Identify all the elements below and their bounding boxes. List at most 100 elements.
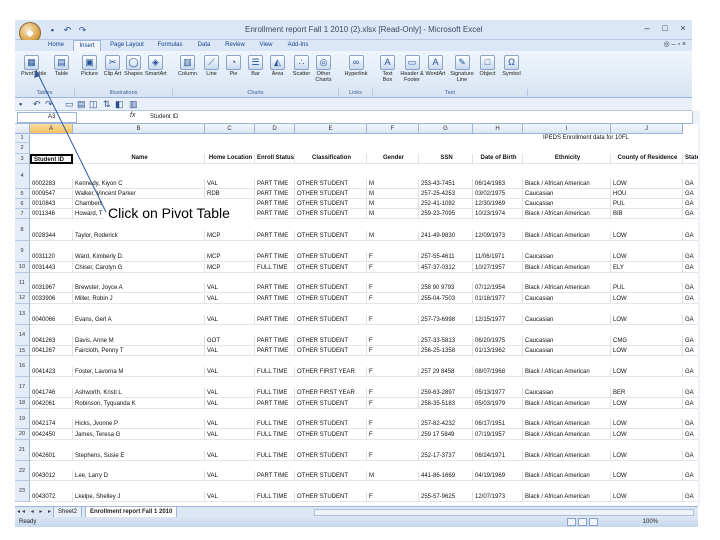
table-cell[interactable]: VAL — [205, 430, 255, 440]
column-chart-button[interactable]: ▥ Column — [177, 55, 198, 77]
table-cell[interactable]: GA — [683, 252, 698, 262]
redo-icon[interactable]: ↷ — [45, 99, 53, 110]
column-header-b[interactable]: B — [73, 124, 205, 134]
table-cell[interactable]: 0042061 — [30, 399, 73, 409]
table-cell[interactable]: VAL — [205, 283, 255, 293]
table-cell[interactable]: GA — [683, 294, 698, 304]
header-cell[interactable]: SSN — [419, 154, 473, 164]
table-cell[interactable]: 0031967 — [30, 283, 73, 293]
table-cell[interactable]: FULL TIME — [255, 451, 295, 461]
row-header[interactable]: 18 — [15, 398, 30, 409]
table-cell[interactable]: OTHER STUDENT — [295, 399, 367, 409]
table-cell[interactable]: BER — [611, 388, 683, 398]
table-cell[interactable]: Caucasian — [523, 336, 611, 346]
row-header[interactable]: 11 — [15, 273, 30, 293]
row-header[interactable]: 3 — [15, 154, 30, 164]
other-charts-button[interactable]: ◎ Other Charts — [313, 55, 334, 83]
table-cell[interactable]: OTHER STUDENT — [295, 346, 367, 356]
table-cell[interactable]: VAL — [205, 399, 255, 409]
table-cell[interactable]: 253-43-7451 — [419, 179, 473, 189]
table-cell[interactable]: Chiser, Carolyn G — [73, 263, 205, 273]
table-cell[interactable]: 0042174 — [30, 419, 73, 429]
table-cell[interactable]: Caucasian — [523, 252, 611, 262]
table-cell[interactable]: PART TIME — [255, 179, 295, 189]
undo-icon[interactable]: ↶ — [33, 99, 41, 110]
table-cell[interactable]: LOW — [611, 471, 683, 481]
tab-data[interactable]: Data — [193, 40, 215, 51]
table-cell[interactable]: LOW — [611, 179, 683, 189]
table-cell[interactable]: F — [367, 263, 419, 273]
table-cell[interactable]: FULL TIME — [255, 492, 295, 502]
table-cell[interactable]: F — [367, 451, 419, 461]
table-cell[interactable]: 258 90 9793 — [419, 283, 473, 293]
tab-formulas[interactable]: Formulas — [153, 40, 187, 51]
table-cell[interactable]: 0031443 — [30, 263, 73, 273]
table-cell[interactable]: Hicks, Jvonne P — [73, 419, 205, 429]
table-cell[interactable]: OTHER FIRST YEAR — [295, 388, 367, 398]
table-cell[interactable]: Black / African American — [523, 471, 611, 481]
table-cell[interactable]: OTHER STUDENT — [295, 209, 367, 219]
horizontal-scrollbar[interactable] — [314, 509, 694, 516]
table-cell[interactable]: PART TIME — [255, 315, 295, 325]
table-cell[interactable]: 10/23/1974 — [473, 209, 523, 219]
table-cell[interactable]: 11/06/1971 — [473, 252, 523, 262]
table-cell[interactable]: LOW — [611, 231, 683, 241]
table-cell[interactable]: Ward, Kimberly D. — [73, 252, 205, 262]
table-cell[interactable]: 252-17-3737 — [419, 451, 473, 461]
select-all-corner[interactable] — [15, 124, 30, 134]
table-cell[interactable]: Faircloth, Penny T — [73, 346, 205, 356]
header-cell[interactable]: State of — [683, 154, 698, 164]
table-cell[interactable]: 12/15/1977 — [473, 315, 523, 325]
row-header[interactable]: 23 — [15, 481, 30, 502]
table-cell[interactable]: 04/19/1969 — [473, 471, 523, 481]
table-cell[interactable]: F — [367, 430, 419, 440]
table-cell[interactable]: 257-25-4253 — [419, 189, 473, 199]
table-cell[interactable]: F — [367, 346, 419, 356]
table-cell[interactable]: Taylor, Roderick — [73, 231, 205, 241]
table-cell[interactable]: Caucasian — [523, 294, 611, 304]
row-header[interactable]: 10 — [15, 262, 30, 273]
table-cell[interactable]: M — [367, 209, 419, 219]
table-cell[interactable]: VAL — [205, 315, 255, 325]
table-cell[interactable]: 05/03/1979 — [473, 399, 523, 409]
table-cell[interactable]: M — [367, 179, 419, 189]
table-cell[interactable]: Caucasian — [523, 388, 611, 398]
row-header[interactable]: 2 — [15, 143, 30, 154]
table-cell[interactable]: LOW — [611, 399, 683, 409]
table-cell[interactable]: 0043012 — [30, 471, 73, 481]
wordart-button[interactable]: A WordArt — [425, 55, 446, 77]
table-cell[interactable]: VAL — [205, 388, 255, 398]
table-cell[interactable]: PART TIME — [255, 283, 295, 293]
table-cell[interactable]: F — [367, 492, 419, 502]
table-cell[interactable]: OTHER STUDENT — [295, 315, 367, 325]
save-icon[interactable]: ▪ — [19, 99, 22, 109]
row-header[interactable]: 20 — [15, 429, 30, 440]
table-cell[interactable]: OTHER STUDENT — [295, 419, 367, 429]
line-chart-button[interactable]: ⟋ Line — [201, 55, 222, 77]
column-header-i[interactable]: I — [523, 124, 611, 134]
table-cell[interactable]: GA — [683, 283, 698, 293]
table-cell[interactable]: OTHER STUDENT — [295, 430, 367, 440]
table-cell[interactable]: LOW — [611, 451, 683, 461]
table-cell[interactable]: Miller, Robin J — [73, 294, 205, 304]
table-cell[interactable]: 07/12/1954 — [473, 283, 523, 293]
table-cell[interactable]: Foster, Lavorna M — [73, 367, 205, 377]
table-cell[interactable]: FULL TIME — [255, 367, 295, 377]
table-cell[interactable]: Black / African American — [523, 430, 611, 440]
table-cell[interactable]: GA — [683, 346, 698, 356]
table-cell[interactable]: Caucasian — [523, 315, 611, 325]
table-cell[interactable]: 0009547 — [30, 189, 73, 199]
table-cell[interactable]: MCP — [205, 252, 255, 262]
column-header-f[interactable]: F — [367, 124, 419, 134]
tab-review[interactable]: Review — [221, 40, 249, 51]
table-cell[interactable]: 03/02/1975 — [473, 189, 523, 199]
chart-icon[interactable]: ▥ — [129, 99, 138, 110]
table-cell[interactable]: GA — [683, 399, 698, 409]
table-cell[interactable]: MCP — [205, 263, 255, 273]
table-cell[interactable]: 257 29 8458 — [419, 367, 473, 377]
table-cell[interactable]: 05/13/1977 — [473, 388, 523, 398]
table-cell[interactable]: LOW — [611, 315, 683, 325]
header-cell[interactable]: Student ID — [30, 154, 73, 164]
row-header[interactable]: 5 — [15, 189, 30, 199]
row-header[interactable]: 1 — [15, 134, 30, 143]
